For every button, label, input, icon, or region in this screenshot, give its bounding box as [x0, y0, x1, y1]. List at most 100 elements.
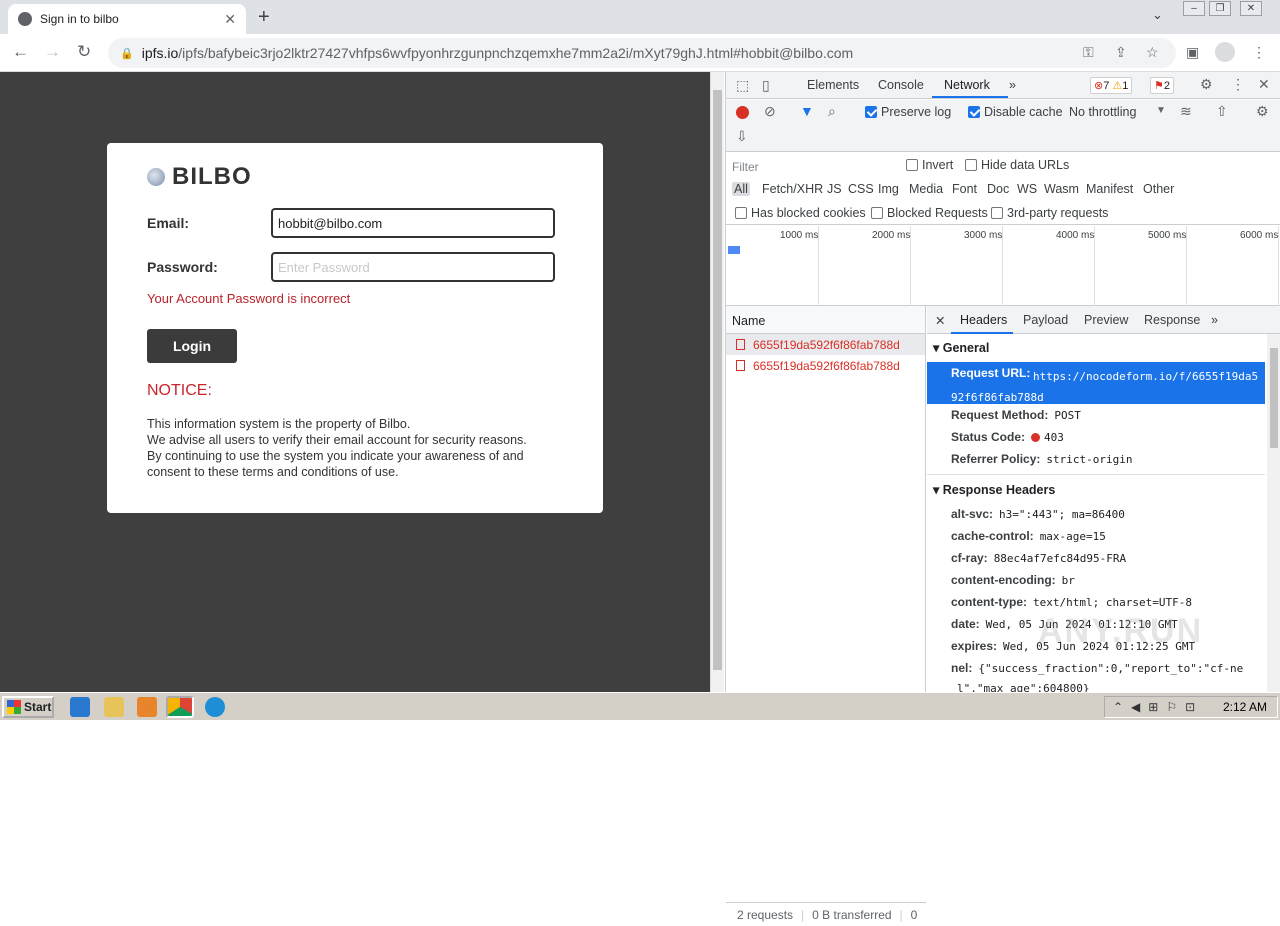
request-list: Name 6655f19da592f6f86fab788d 6655f19da5… — [726, 306, 926, 922]
close-devtools-icon[interactable]: ✕ — [1258, 76, 1270, 93]
issues-badge[interactable]: ⚑2 — [1150, 77, 1174, 94]
import-har-icon[interactable]: ⇧ — [1216, 103, 1228, 120]
windows-flag-icon — [7, 700, 21, 714]
request-url-row[interactable]: Request URL: https://nocodeform.io/f/665… — [927, 362, 1265, 404]
file-icon — [736, 339, 745, 350]
page-scrollbar[interactable] — [710, 72, 724, 692]
ie-icon[interactable] — [70, 697, 90, 717]
tab-preview[interactable]: Preview — [1084, 313, 1128, 327]
filter-type-media[interactable]: Media — [909, 182, 943, 196]
address-bar[interactable]: 🔒 ipfs.io/ipfs/bafybeic3rjo2lktr27427vhf… — [108, 38, 1176, 68]
filter-icon[interactable]: ▼ — [800, 103, 814, 119]
third-party-checkbox[interactable]: 3rd-party requests — [991, 206, 1108, 220]
profile-avatar-icon[interactable] — [1215, 42, 1235, 62]
tab-elements[interactable]: Elements — [807, 78, 859, 92]
inspect-element-icon[interactable]: ⬚ — [736, 77, 749, 94]
tab-headers[interactable]: Headers — [960, 313, 1007, 327]
device-toolbar-icon[interactable]: ▯ — [762, 77, 770, 94]
timeline-tick-label: 4000 ms — [1056, 230, 1095, 241]
close-tab-icon[interactable]: ✕ — [224, 11, 236, 28]
filter-type-all[interactable]: All — [732, 182, 750, 196]
menu-dots-icon[interactable]: ⋮ — [1252, 44, 1266, 61]
settings-gear-icon[interactable]: ⚙ — [1200, 76, 1213, 93]
request-url-value: https://nocodeform.io/f/6655f19da592f6f8… — [951, 370, 1259, 404]
throttling-select[interactable]: No throttling — [1069, 105, 1136, 119]
filter-type-css[interactable]: CSS — [848, 182, 874, 196]
more-tabs-icon[interactable]: » — [1211, 313, 1218, 327]
restore-button[interactable]: ❐ — [1209, 1, 1231, 16]
devtools-menu-icon[interactable]: ⋮ — [1231, 76, 1245, 93]
search-icon[interactable]: ⌕ — [828, 103, 836, 120]
reload-icon[interactable]: ↻ — [77, 42, 91, 62]
request-row[interactable]: 6655f19da592f6f86fab788d — [726, 355, 925, 376]
filter-type-font[interactable]: Font — [952, 182, 977, 196]
preserve-log-checkbox[interactable]: Preserve log — [865, 105, 951, 119]
share-icon[interactable]: ⇪ — [1115, 44, 1127, 61]
response-headers-title[interactable]: ▾ Response Headers — [933, 482, 1055, 497]
tab-network[interactable]: Network — [944, 78, 990, 92]
general-section-title[interactable]: ▾ General — [933, 340, 989, 355]
errors-badge[interactable]: ⊗7 ⚠1 — [1090, 77, 1133, 94]
filter-type-other[interactable]: Other — [1143, 182, 1174, 196]
filter-type-wasm[interactable]: Wasm — [1044, 182, 1079, 196]
network-settings-icon[interactable]: ⚙ — [1256, 103, 1269, 120]
referrer-policy-row: Referrer Policy: strict-origin — [951, 452, 1133, 466]
back-icon[interactable]: ← — [12, 42, 29, 62]
email-field[interactable] — [271, 208, 555, 238]
media-player-icon[interactable] — [137, 697, 157, 717]
request-row[interactable]: 6655f19da592f6f86fab788d — [726, 334, 925, 355]
tab-search-icon[interactable]: ⌄ — [1152, 7, 1163, 23]
filter-type-fetch[interactable]: Fetch/XHR — [762, 182, 823, 196]
edge-icon[interactable] — [205, 697, 225, 717]
browser-tab[interactable]: Sign in to bilbo ✕ — [8, 4, 246, 34]
filter-type-ws[interactable]: WS — [1017, 182, 1037, 196]
timeline-tick-label: 5000 ms — [1148, 230, 1187, 241]
start-button[interactable]: Start — [2, 696, 54, 718]
filter-type-doc[interactable]: Doc — [987, 182, 1009, 196]
forward-icon[interactable]: → — [44, 42, 61, 62]
blocked-requests-checkbox[interactable]: Blocked Requests — [871, 206, 988, 220]
tab-console[interactable]: Console — [878, 78, 924, 92]
section-divider — [927, 474, 1265, 475]
tab-response[interactable]: Response — [1144, 313, 1200, 327]
clear-icon[interactable]: ⊘ — [764, 103, 776, 120]
scrollbar-thumb[interactable] — [713, 90, 722, 670]
response-header-row: content-encoding: br — [951, 573, 1075, 587]
tab-payload[interactable]: Payload — [1023, 313, 1068, 327]
devtools-tabbar: ⬚ ▯ Elements Console Network » ⊗7 ⚠1 ⚑2 … — [726, 72, 1280, 99]
password-field[interactable] — [271, 252, 555, 282]
bookmark-star-icon[interactable]: ☆ — [1146, 44, 1159, 61]
invert-checkbox[interactable]: Invert — [906, 158, 953, 172]
chrome-icon[interactable] — [166, 696, 194, 718]
filter-input[interactable]: Filter — [732, 158, 892, 176]
folder-icon[interactable] — [104, 697, 124, 717]
close-detail-icon[interactable]: ✕ — [935, 313, 945, 328]
disable-cache-checkbox[interactable]: Disable cache — [968, 105, 1063, 119]
name-column-header[interactable]: Name — [726, 306, 925, 334]
key-icon[interactable]: ⚿ — [1083, 44, 1094, 61]
network-conditions-icon[interactable]: ≋ — [1180, 103, 1192, 120]
filter-type-js[interactable]: JS — [827, 182, 842, 196]
response-header-row: cache-control: max-age=15 — [951, 529, 1106, 543]
export-har-icon[interactable]: ⇩ — [736, 128, 748, 145]
scrollbar-thumb[interactable] — [1270, 348, 1278, 448]
login-button[interactable]: Login — [147, 329, 237, 363]
notice-title: NOTICE: — [147, 382, 212, 399]
more-tabs-icon[interactable]: » — [1009, 78, 1016, 92]
hide-data-urls-checkbox[interactable]: Hide data URLs — [965, 158, 1069, 172]
side-panel-icon[interactable]: ▣ — [1186, 44, 1199, 61]
resources-size: 0 — [910, 907, 918, 922]
filter-type-manifest[interactable]: Manifest — [1086, 182, 1133, 196]
close-window-button[interactable]: ✕ — [1240, 1, 1262, 16]
minimize-button[interactable]: – — [1183, 1, 1205, 16]
lock-icon[interactable]: 🔒 — [120, 47, 134, 60]
new-tab-button[interactable]: + — [258, 6, 270, 29]
network-timeline[interactable]: 1000 ms 2000 ms 3000 ms 4000 ms 5000 ms … — [726, 226, 1280, 306]
record-icon[interactable] — [736, 106, 749, 119]
tray-icons[interactable]: ⌃◀⊞⚐⊡ — [1113, 700, 1203, 714]
chevron-down-icon[interactable]: ▼ — [1156, 105, 1166, 116]
detail-scrollbar[interactable] — [1267, 334, 1280, 692]
filter-type-img[interactable]: Img — [878, 182, 899, 196]
response-header-row: alt-svc: h3=":443"; ma=86400 — [951, 507, 1125, 521]
blocked-cookies-checkbox[interactable]: Has blocked cookies — [735, 206, 866, 220]
